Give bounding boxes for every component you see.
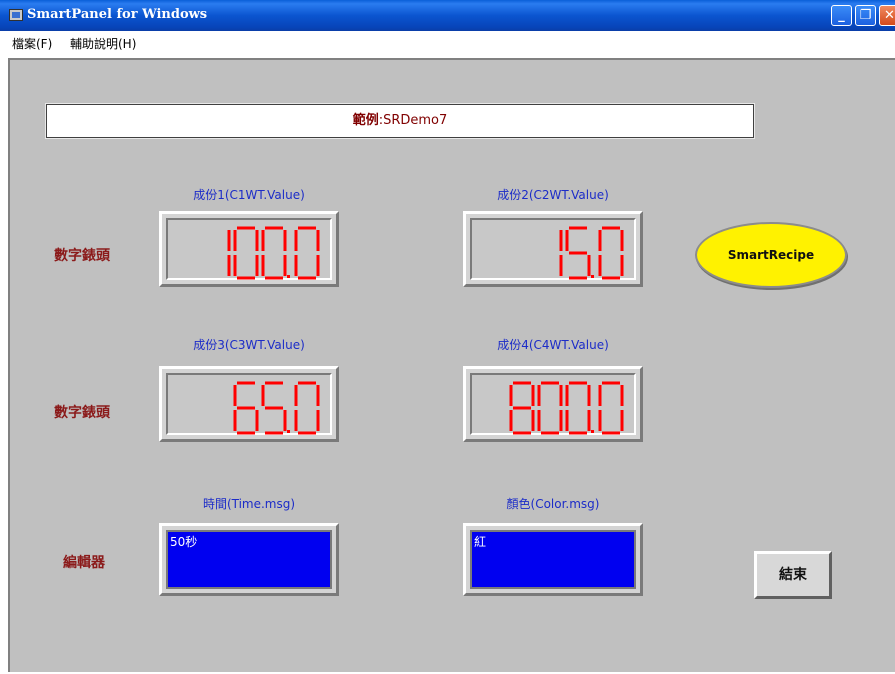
- minimize-button[interactable]: _: [831, 5, 852, 26]
- window-title: SmartPanel for Windows: [27, 7, 208, 22]
- meter-c3-digits: [233, 381, 320, 435]
- meter-c1-digits: [227, 226, 320, 280]
- caption-c4: 成份4(C4WT.Value): [497, 338, 609, 352]
- smartrecipe-button[interactable]: SmartRecipe: [695, 222, 847, 288]
- example-title-box: 範例:SRDemo7: [45, 103, 755, 139]
- editor-time-input[interactable]: 50秒: [166, 530, 332, 589]
- close-button[interactable]: ✕: [879, 5, 895, 26]
- menu-file[interactable]: 檔案(F): [12, 35, 52, 52]
- editor-time[interactable]: 50秒: [159, 523, 339, 596]
- end-button[interactable]: 結束: [754, 551, 832, 599]
- example-prefix: 範例: [352, 113, 379, 128]
- caption-time: 時間(Time.msg): [202, 497, 296, 511]
- editor-color[interactable]: 紅: [463, 523, 643, 596]
- meter-c4-digits: [509, 381, 624, 435]
- caption-c2: 成份2(C2WT.Value): [497, 188, 609, 202]
- meter-c2-digits: [559, 226, 624, 280]
- meter-c3: [159, 366, 339, 442]
- menu-bar: 檔案(F) 輔助說明(H): [0, 31, 895, 52]
- app-icon: [9, 9, 23, 21]
- editor-color-input[interactable]: 紅: [470, 530, 636, 589]
- caption-c1: 成份1(C1WT.Value): [193, 188, 305, 202]
- title-bar: SmartPanel for Windows _ ❐ ✕: [0, 0, 895, 31]
- led-decimal-point: [287, 275, 290, 278]
- meter-c1: [159, 211, 339, 287]
- caption-c3: 成份3(C3WT.Value): [193, 338, 305, 352]
- row-label-meter-1: 數字錶頭: [54, 248, 110, 264]
- row-label-editor: 編輯器: [63, 555, 105, 571]
- meter-c4: [463, 366, 643, 442]
- meter-c2: [463, 211, 643, 287]
- menu-help[interactable]: 輔助說明(H): [70, 35, 136, 52]
- led-decimal-point: [287, 430, 290, 433]
- caption-color: 顏色(Color.msg): [506, 497, 600, 511]
- led-decimal-point: [591, 275, 594, 278]
- led-decimal-point: [591, 430, 594, 433]
- example-name: :SRDemo7: [378, 113, 448, 128]
- row-label-meter-2: 數字錶頭: [54, 405, 110, 421]
- maximize-button[interactable]: ❐: [855, 5, 876, 26]
